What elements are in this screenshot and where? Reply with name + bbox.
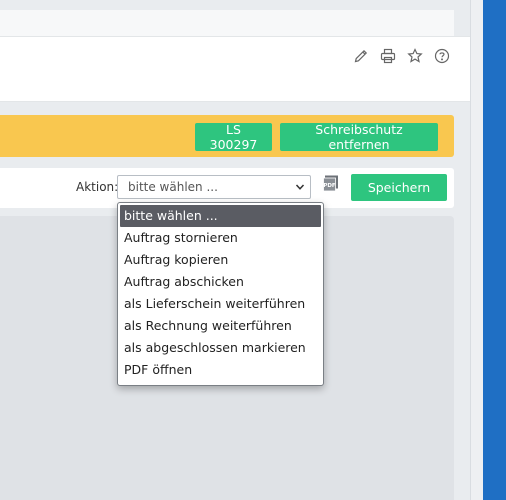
- dropdown-option[interactable]: bitte wählen ...: [120, 205, 321, 227]
- action-label: Aktion:: [76, 180, 119, 194]
- header-panel: [0, 36, 470, 102]
- save-button[interactable]: Speichern: [351, 174, 447, 201]
- top-panel: [0, 10, 454, 36]
- action-select[interactable]: bitte wählen ...: [117, 175, 311, 199]
- star-icon[interactable]: [406, 47, 424, 65]
- printer-icon[interactable]: [379, 47, 397, 65]
- document-number-button[interactable]: LS 300297: [195, 122, 272, 152]
- dropdown-option[interactable]: Auftrag stornieren: [118, 227, 323, 249]
- chevron-down-icon: [295, 184, 305, 190]
- action-dropdown-list: bitte wählen ... Auftrag stornieren Auft…: [117, 202, 324, 386]
- dropdown-option[interactable]: als abgeschlossen markieren: [118, 337, 323, 359]
- question-circle-icon[interactable]: [433, 47, 451, 65]
- pencil-icon[interactable]: [352, 47, 370, 65]
- dropdown-option[interactable]: als Lieferschein weiterführen: [118, 293, 323, 315]
- side-panel-edge: [483, 0, 506, 500]
- action-select-value: bitte wählen ...: [128, 180, 218, 194]
- read-only-status-bar: LS 300297 Schreibschutz entfernen: [0, 115, 454, 157]
- svg-text:PDF: PDF: [323, 183, 336, 189]
- dropdown-option[interactable]: als Rechnung weiterführen: [118, 315, 323, 337]
- dropdown-option[interactable]: Auftrag kopieren: [118, 249, 323, 271]
- scrollbar-track[interactable]: [470, 0, 483, 500]
- remove-write-protection-button[interactable]: Schreibschutz entfernen: [280, 122, 438, 152]
- dropdown-option[interactable]: PDF öffnen: [118, 359, 323, 381]
- pdf-icon[interactable]: PDF: [323, 175, 339, 193]
- dropdown-option[interactable]: Auftrag abschicken: [118, 271, 323, 293]
